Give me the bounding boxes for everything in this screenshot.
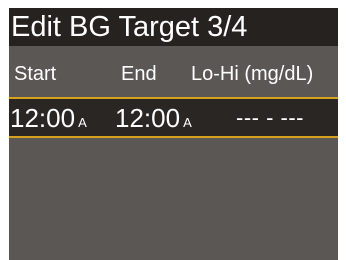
column-header-end: End [121, 63, 157, 85]
column-header-start: Start [14, 63, 57, 85]
title-bar: Edit BG Target 3/4 [9, 8, 338, 46]
segment-end-time-value: 12:00 [115, 103, 181, 133]
pump-screen: Edit BG Target 3/4 Start End Lo-Hi (mg/d… [9, 8, 338, 260]
segment-range-value: --- - --- [236, 105, 305, 130]
segment-end-time: 12:00 A [115, 104, 192, 137]
screen-title: Edit BG Target 3/4 [11, 11, 248, 43]
segment-start-time-value: 12:00 [10, 103, 76, 133]
segment-start-time: 12:00 A [10, 104, 87, 137]
target-segment-row[interactable]: 12:00 A 12:00 A --- - --- [9, 97, 338, 138]
segment-end-period: A [183, 115, 192, 130]
segment-start-period: A [78, 115, 87, 130]
column-header-range: Lo-Hi (mg/dL) [191, 63, 314, 85]
